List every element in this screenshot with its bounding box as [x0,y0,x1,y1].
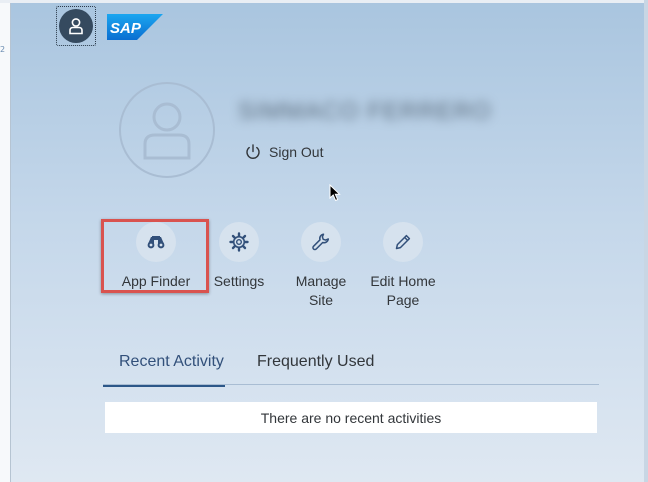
tab-recent-activity[interactable]: Recent Activity [103,353,225,387]
edit-home-page-label: Edit Home Page [370,273,436,308]
user-avatar [119,82,215,178]
gear-icon [219,222,259,262]
settings-label: Settings [213,273,265,289]
manage-site-button[interactable]: Manage Site [277,222,365,310]
activity-tab-bar: Recent Activity Frequently Used [103,343,599,387]
pencil-icon [383,222,423,262]
settings-button[interactable]: Settings [195,222,283,291]
edit-home-page-button[interactable]: Edit Home Page [359,222,447,310]
app-finder-highlight-box [101,219,209,293]
left-margin-strip: 2 [0,3,11,482]
left-margin-text: 2 [0,45,6,54]
tab-frequently-used[interactable]: Frequently Used [257,353,374,371]
me-area-button[interactable] [56,6,96,46]
mouse-cursor-icon [329,184,341,202]
person-placeholder-icon [143,102,191,160]
recent-activity-list: There are no recent activities [105,402,597,433]
wrench-icon [301,222,341,262]
power-icon [246,144,260,159]
window-top-edge [0,0,648,3]
tab-bar-divider [103,384,599,385]
sign-out-label: Sign Out [269,144,324,160]
right-scrollbar-edge[interactable] [644,0,648,482]
sign-out-button[interactable]: Sign Out [245,144,323,160]
sap-logo[interactable]: SAP [107,14,163,40]
user-icon [59,9,93,43]
user-full-name: SIMMACO FERRERO [238,98,492,125]
empty-activity-message: There are no recent activities [260,409,442,426]
svg-text:SAP: SAP [110,20,142,37]
manage-site-label: Manage Site [295,273,347,308]
